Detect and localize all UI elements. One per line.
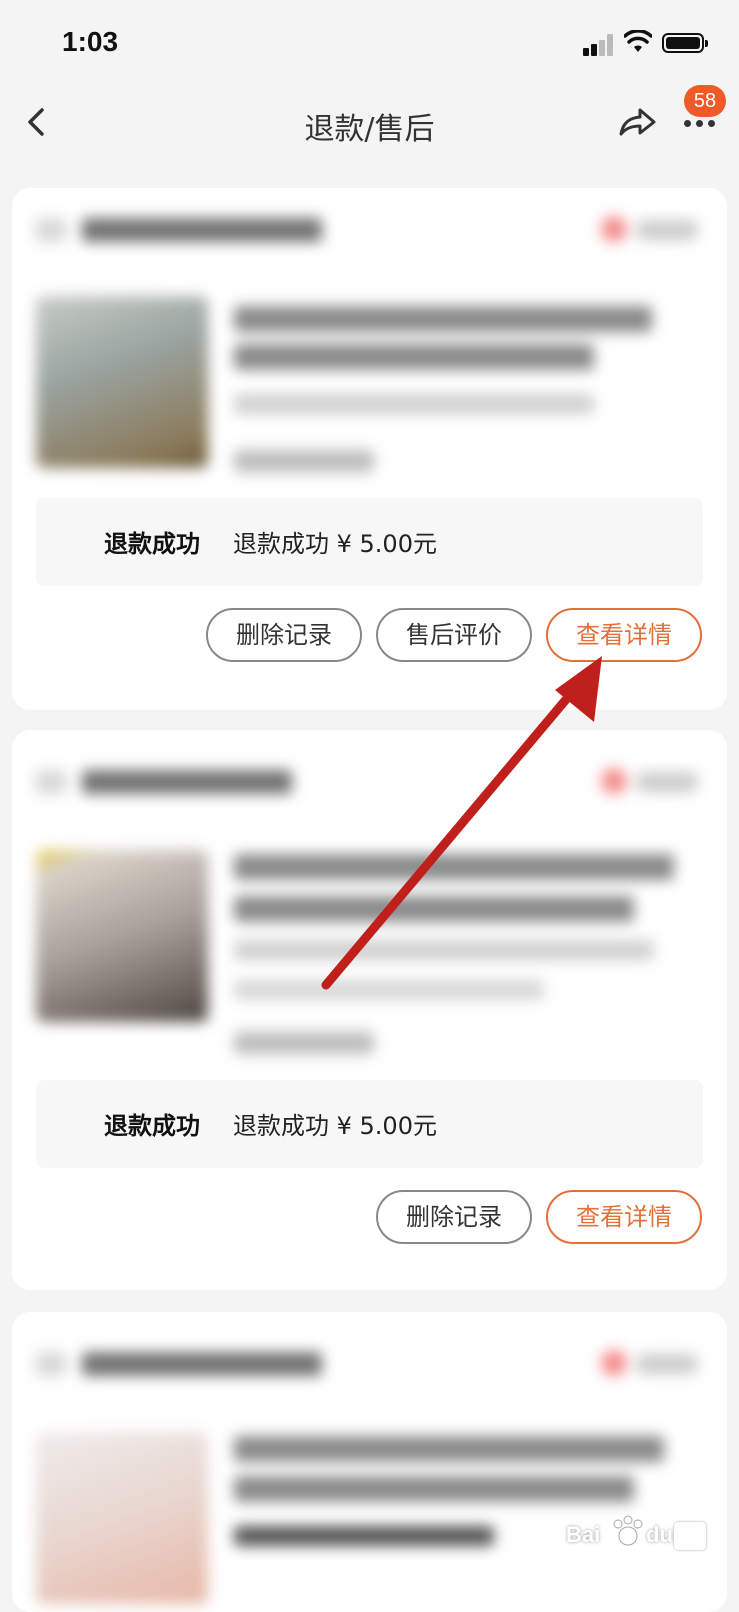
signal-icon (583, 34, 615, 56)
notification-badge: 58 (684, 85, 726, 117)
delete-record-button[interactable]: 删除记录 (376, 1190, 532, 1244)
refund-card[interactable]: 退款成功 退款成功 ¥ 5.00元 删除记录 售后评价 查看详情 (12, 188, 727, 710)
refund-card[interactable]: 退款成功 退款成功 ¥ 5.00元 删除记录 查看详情 (12, 730, 727, 1290)
refund-status-label: 退款成功 (104, 530, 200, 558)
refund-amount-text: 退款成功 ¥ 5.00元 (233, 1112, 437, 1140)
refund-status-box: 退款成功 退款成功 ¥ 5.00元 (36, 498, 703, 586)
baidu-watermark-logo: Bai du (566, 1510, 706, 1570)
nav-bar: 退款/售后 (0, 88, 739, 168)
wifi-icon (624, 30, 652, 52)
refund-status-box: 退款成功 退款成功 ¥ 5.00元 (36, 1080, 703, 1168)
delete-record-button[interactable]: 删除记录 (206, 608, 362, 662)
refund-status-label: 退款成功 (104, 1112, 200, 1140)
after-sale-review-button[interactable]: 售后评价 (376, 608, 532, 662)
share-icon[interactable] (616, 102, 660, 142)
refund-amount-text: 退款成功 ¥ 5.00元 (233, 530, 437, 558)
view-details-button[interactable]: 查看详情 (546, 608, 702, 662)
blurred-product-info (12, 730, 727, 1070)
status-time: 1:03 (62, 26, 119, 57)
battery-icon (662, 33, 708, 53)
status-bar: 1:03 (0, 0, 739, 88)
blurred-product-info (12, 188, 727, 488)
view-details-button[interactable]: 查看详情 (546, 1190, 702, 1244)
